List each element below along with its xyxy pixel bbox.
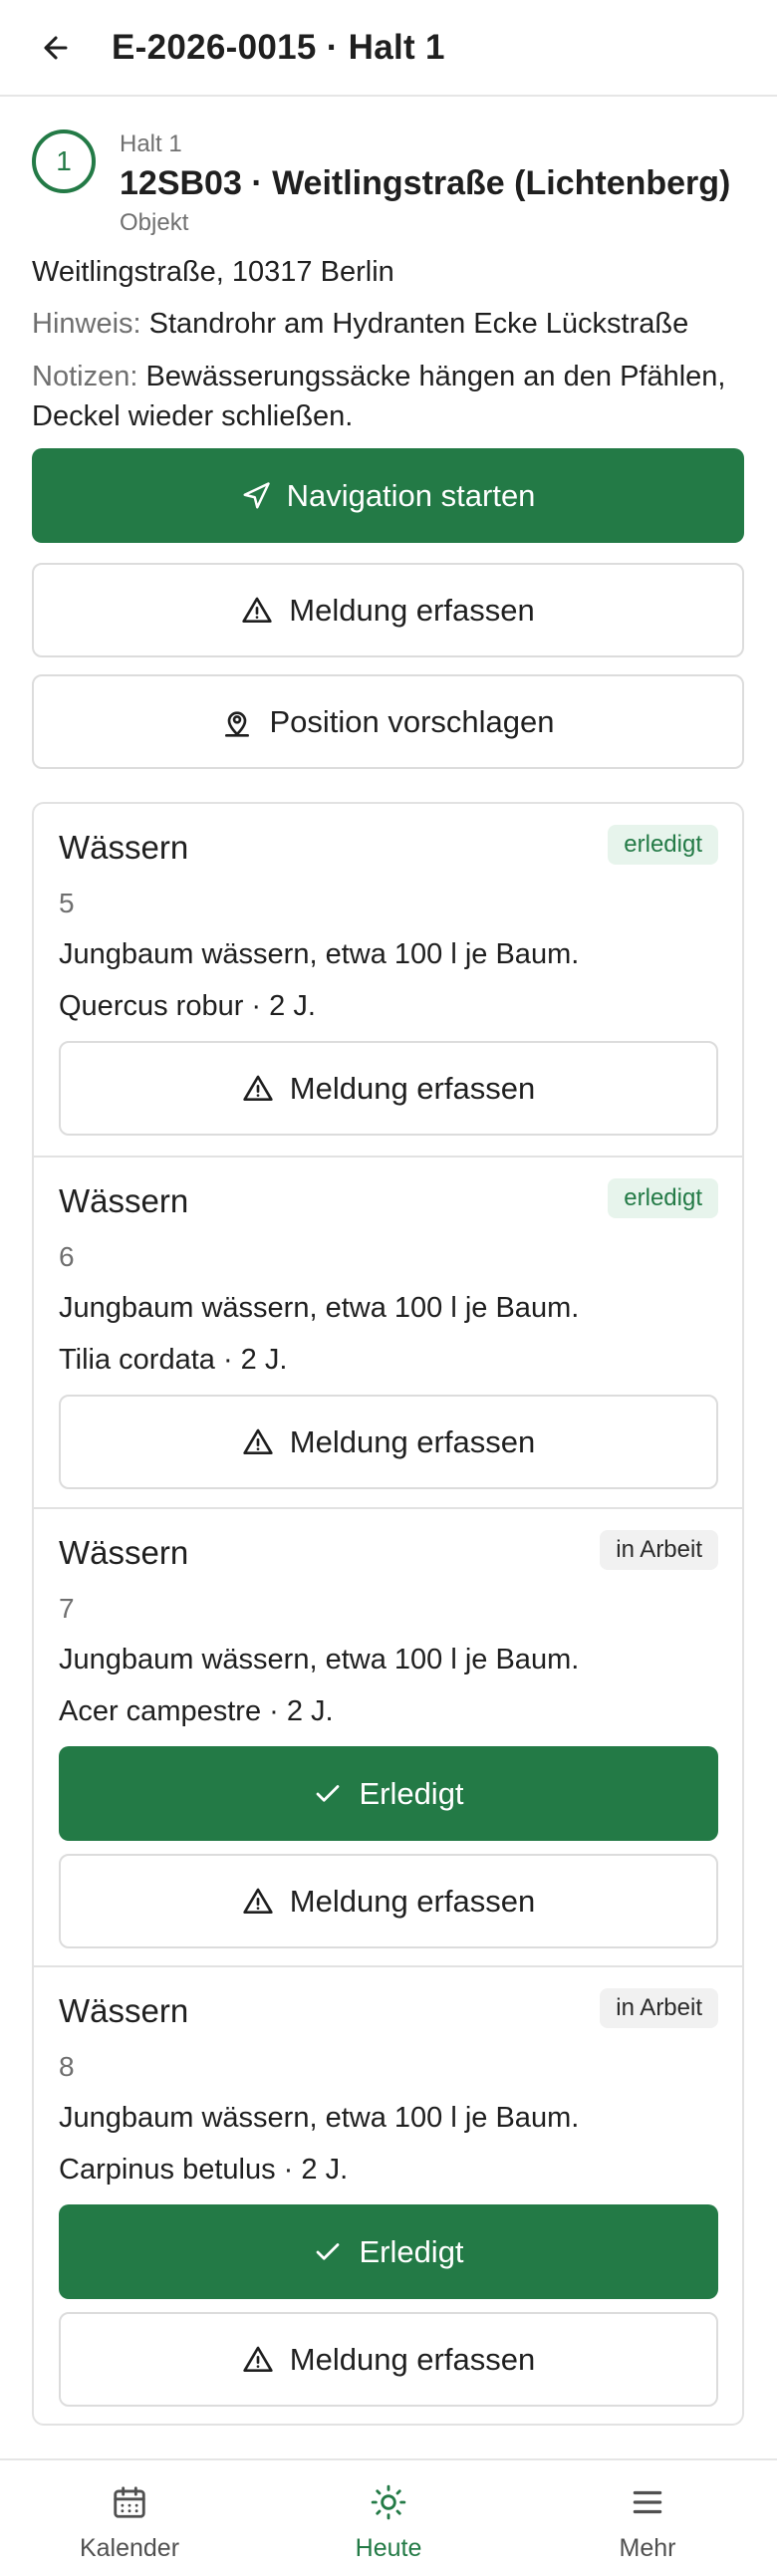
report-label: Meldung erfassen: [289, 592, 535, 628]
task-title: Wässern: [59, 1992, 189, 2029]
task-done-label: Erledigt: [359, 1775, 464, 1811]
task-item: Wässern erledigt 5 Jungbaum wässern, etw…: [34, 804, 742, 1158]
task-species: Acer campestre · 2 J.: [59, 1695, 334, 1727]
task-done-label: Erledigt: [359, 2233, 464, 2269]
stop-notes: Notizen: Bewässerungssäcke hängen an den…: [32, 357, 725, 396]
stop-kicker: Halt 1: [120, 130, 182, 157]
task-species: Carpinus betulus · 2 J.: [59, 2154, 349, 2186]
task-description: Jungbaum wässern, etwa 100 l je Baum.: [59, 1292, 580, 1324]
check-icon: [313, 1779, 343, 1809]
calendar-icon: [110, 2482, 149, 2522]
task-report-button[interactable]: Meldung erfassen: [59, 2312, 718, 2407]
task-item: Wässern erledigt 6 Jungbaum wässern, etw…: [34, 1156, 742, 1509]
task-item: Wässern in Arbeit 8 Jungbaum wässern, et…: [34, 1965, 742, 2424]
stop-name: 12SB03 · Weitlingstraße (Lichtenberg): [120, 164, 731, 202]
warning-triangle-icon: [242, 2344, 274, 2376]
task-number: 7: [59, 1593, 75, 1624]
bottom-navigation: Kalender Heute Mehr: [0, 2458, 777, 2576]
sun-icon: [369, 2482, 408, 2522]
navigation-arrow-icon: [241, 481, 271, 511]
page-title: E-2026-0015 · Halt 1: [112, 28, 445, 67]
task-item: Wässern in Arbeit 7 Jungbaum wässern, et…: [34, 1507, 742, 1967]
arrow-left-icon: [44, 36, 68, 60]
app-header: E-2026-0015 · Halt 1: [0, 0, 777, 97]
task-report-button[interactable]: Meldung erfassen: [59, 1041, 718, 1136]
stop-address: Weitlingstraße, 10317 Berlin: [32, 256, 394, 288]
nav-label-heute: Heute: [355, 2534, 422, 2562]
task-title: Wässern: [59, 1534, 189, 1571]
task-species: Quercus robur · 2 J.: [59, 990, 316, 1022]
task-report-label: Meldung erfassen: [289, 2341, 536, 2377]
hint-text: Standrohr am Hydranten Ecke Lückstraße: [148, 308, 689, 340]
navigation-start-label: Navigation starten: [286, 477, 536, 513]
notes-text-line2: Deckel wieder schließen.: [32, 400, 354, 432]
nav-item-kalender[interactable]: Kalender: [0, 2460, 259, 2576]
task-report-label: Meldung erfassen: [289, 1423, 536, 1459]
task-species: Tilia cordata · 2 J.: [59, 1344, 288, 1376]
notes-label: Notizen:: [32, 361, 138, 392]
task-report-button[interactable]: Meldung erfassen: [59, 1395, 718, 1489]
nav-item-mehr[interactable]: Mehr: [518, 2460, 777, 2576]
task-report-button[interactable]: Meldung erfassen: [59, 1854, 718, 1948]
status-badge: in Arbeit: [600, 1530, 718, 1570]
warning-triangle-icon: [242, 1886, 274, 1918]
task-number: 5: [59, 888, 75, 918]
task-description: Jungbaum wässern, etwa 100 l je Baum.: [59, 2102, 580, 2134]
back-button[interactable]: [28, 20, 84, 76]
status-badge: erledigt: [608, 825, 718, 865]
warning-triangle-icon: [241, 595, 273, 627]
menu-icon: [628, 2482, 667, 2522]
nav-label-kalender: Kalender: [79, 2534, 180, 2562]
check-icon: [313, 2237, 343, 2267]
hint-label: Hinweis:: [32, 308, 141, 340]
task-done-button[interactable]: Erledigt: [59, 2204, 718, 2299]
task-list: Wässern erledigt 5 Jungbaum wässern, etw…: [32, 802, 744, 2426]
notes-text-line1: Bewässerungssäcke hängen an den Pfählen,: [145, 361, 726, 392]
nav-item-heute[interactable]: Heute: [259, 2460, 518, 2576]
warning-triangle-icon: [242, 1073, 274, 1105]
status-badge: erledigt: [608, 1178, 718, 1218]
map-pin-user-icon: [221, 706, 253, 738]
task-report-label: Meldung erfassen: [289, 1883, 536, 1919]
status-badge: in Arbeit: [600, 1988, 718, 2028]
report-button[interactable]: Meldung erfassen: [32, 563, 744, 657]
task-number: 8: [59, 2051, 75, 2082]
task-title: Wässern: [59, 829, 189, 866]
suggest-position-button[interactable]: Position vorschlagen: [32, 674, 744, 769]
stop-hint: Hinweis: Standrohr am Hydranten Ecke Lüc…: [32, 304, 688, 344]
task-description: Jungbaum wässern, etwa 100 l je Baum.: [59, 1644, 580, 1675]
task-report-label: Meldung erfassen: [289, 1070, 536, 1106]
stop-type: Objekt: [120, 209, 189, 236]
task-title: Wässern: [59, 1182, 189, 1219]
task-done-button[interactable]: Erledigt: [59, 1746, 718, 1841]
stop-number: 1: [56, 145, 72, 176]
stop-number-badge: 1: [32, 129, 96, 193]
warning-triangle-icon: [242, 1426, 274, 1458]
task-description: Jungbaum wässern, etwa 100 l je Baum.: [59, 938, 580, 970]
suggest-position-label: Position vorschlagen: [269, 703, 555, 739]
nav-label-mehr: Mehr: [619, 2534, 676, 2562]
task-number: 6: [59, 1241, 75, 1272]
navigation-start-button[interactable]: Navigation starten: [32, 448, 744, 543]
